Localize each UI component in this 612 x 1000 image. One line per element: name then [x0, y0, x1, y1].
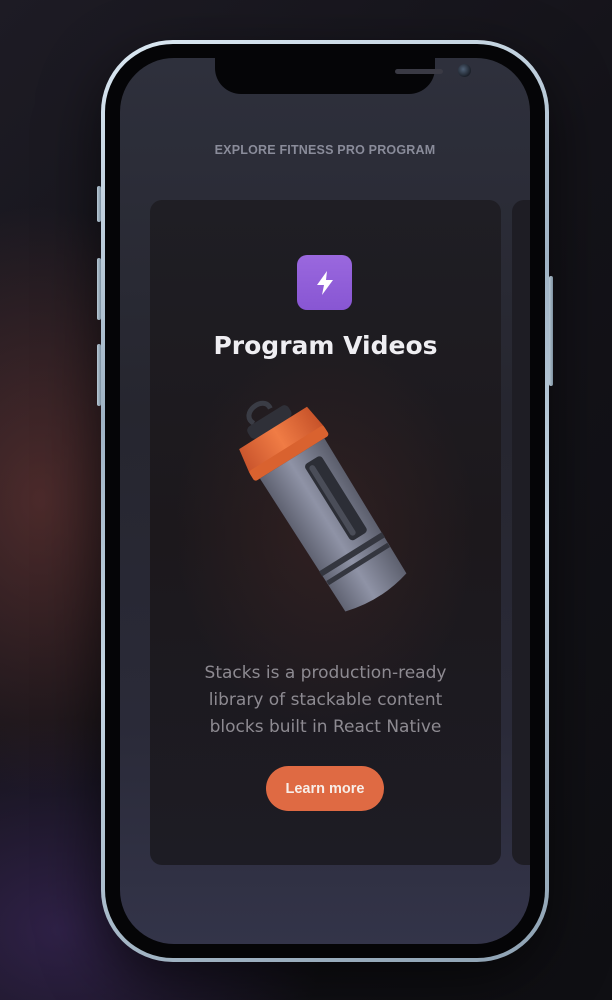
phone-screen: EXPLORE FITNESS PRO PROGRAM Program Vide…: [120, 58, 530, 944]
action-button: [97, 186, 101, 222]
camera-icon: [458, 64, 471, 77]
shaker-bottle-illustration: [239, 400, 407, 612]
next-card-preview[interactable]: [512, 200, 530, 865]
program-card[interactable]: Program Videos Stacks is a production-re…: [150, 200, 501, 865]
card-description: Stacks is a production-ready library of …: [204, 663, 447, 737]
volume-down-button: [97, 344, 101, 406]
card-title: Program Videos: [213, 331, 438, 360]
power-button: [549, 276, 553, 386]
notch: [215, 58, 471, 94]
speaker-grille: [395, 69, 443, 74]
page-header: EXPLORE FITNESS PRO PROGRAM: [214, 143, 436, 157]
lightning-bolt-icon: [297, 255, 352, 310]
volume-up-button: [97, 258, 101, 320]
learn-more-button[interactable]: Learn more: [266, 766, 384, 811]
